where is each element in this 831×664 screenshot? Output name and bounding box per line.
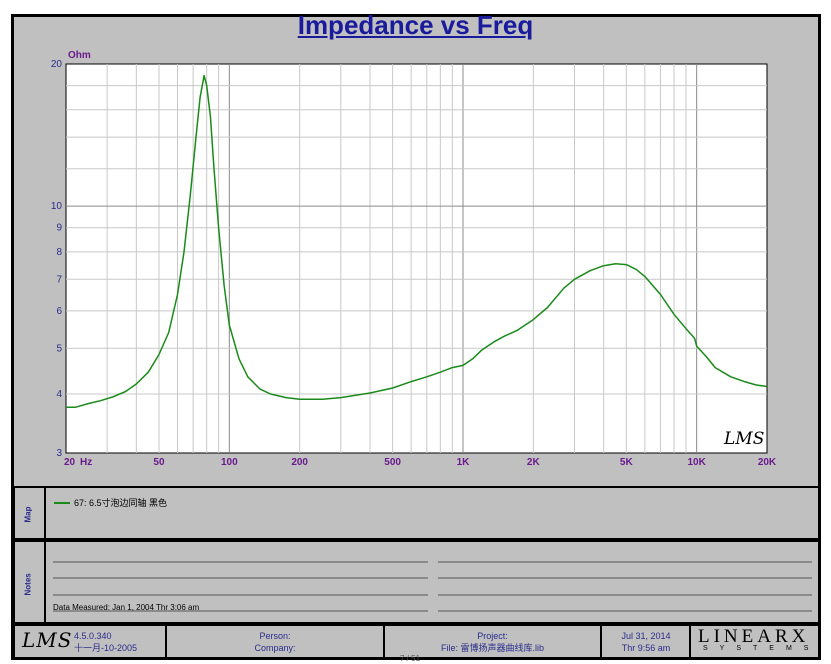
- version-number: 4.5.0.340: [74, 631, 112, 641]
- y-tick-label: 8: [56, 247, 62, 258]
- map-label: Map: [23, 506, 33, 523]
- y-tick-label: 6: [56, 306, 62, 317]
- chart-svg: 20 50 100 200 500 1K 2K 5K 10K 20K 3 4 5 6 7 8 9 10 20 Ohm…: [13, 50, 820, 659]
- x-tick-label: 20K: [758, 457, 777, 468]
- x-tick-label: 10K: [687, 457, 706, 468]
- file-label: File: 雷博扬声器曲线库.lib: [440, 643, 544, 653]
- y-tick-label: 10: [51, 201, 63, 212]
- project-info: Project: File: 雷博扬声器曲线库.lib: [386, 630, 599, 654]
- x-tick-label: 20: [64, 457, 76, 468]
- x-tick-label: 2K: [527, 457, 541, 468]
- x-tick-label: 100: [221, 457, 238, 468]
- footer-time: Thr 9:56 am: [621, 643, 671, 653]
- y-tick-label: 20: [51, 59, 63, 70]
- data-measured: Data Measured: Jan 1, 2004 Thr 3:06 am: [53, 603, 200, 612]
- linearx-subtitle: SYSTEMS: [703, 645, 821, 652]
- person-label: Person:: [259, 631, 291, 641]
- version-date: 十一月-10-2005: [74, 643, 138, 653]
- x-axis-unit: Hz: [80, 457, 92, 468]
- date-info: Jul 31, 2014 Thr 9:56 am: [603, 630, 689, 654]
- notes-label: Notes: [23, 573, 33, 596]
- plot-area: [65, 63, 768, 454]
- company-label: Company:: [254, 643, 296, 653]
- x-tick-label: 200: [291, 457, 308, 468]
- y-tick-label: 5: [56, 343, 62, 354]
- project-label: Project:: [477, 631, 508, 641]
- x-tick-label: 1K: [457, 457, 471, 468]
- y-tick-label: 7: [56, 274, 62, 285]
- lms-logo: LMS: [22, 628, 73, 652]
- x-tick-label: 500: [384, 457, 401, 468]
- version-info: 4.5.0.340 十一月-10-2005: [74, 630, 137, 654]
- legend-swatch: [54, 501, 70, 504]
- page-indicator: 7 / 51: [400, 654, 421, 663]
- y-axis-unit: Ohm: [68, 50, 91, 61]
- y-tick-label: 4: [56, 389, 62, 400]
- y-tick-label: 3: [56, 448, 62, 459]
- person-info: Person: Company:: [168, 630, 382, 654]
- legend-label: 67: 6.5寸泡边同轴 黑色: [74, 498, 168, 508]
- lms-watermark: LMS: [723, 429, 764, 449]
- x-tick-label: 5K: [620, 457, 634, 468]
- y-tick-label: 9: [56, 223, 62, 234]
- legend-entry: 67: 6.5寸泡边同轴 黑色: [54, 496, 167, 509]
- x-tick-label: 50: [153, 457, 165, 468]
- footer-date: Jul 31, 2014: [621, 631, 671, 641]
- map-panel: [13, 486, 820, 540]
